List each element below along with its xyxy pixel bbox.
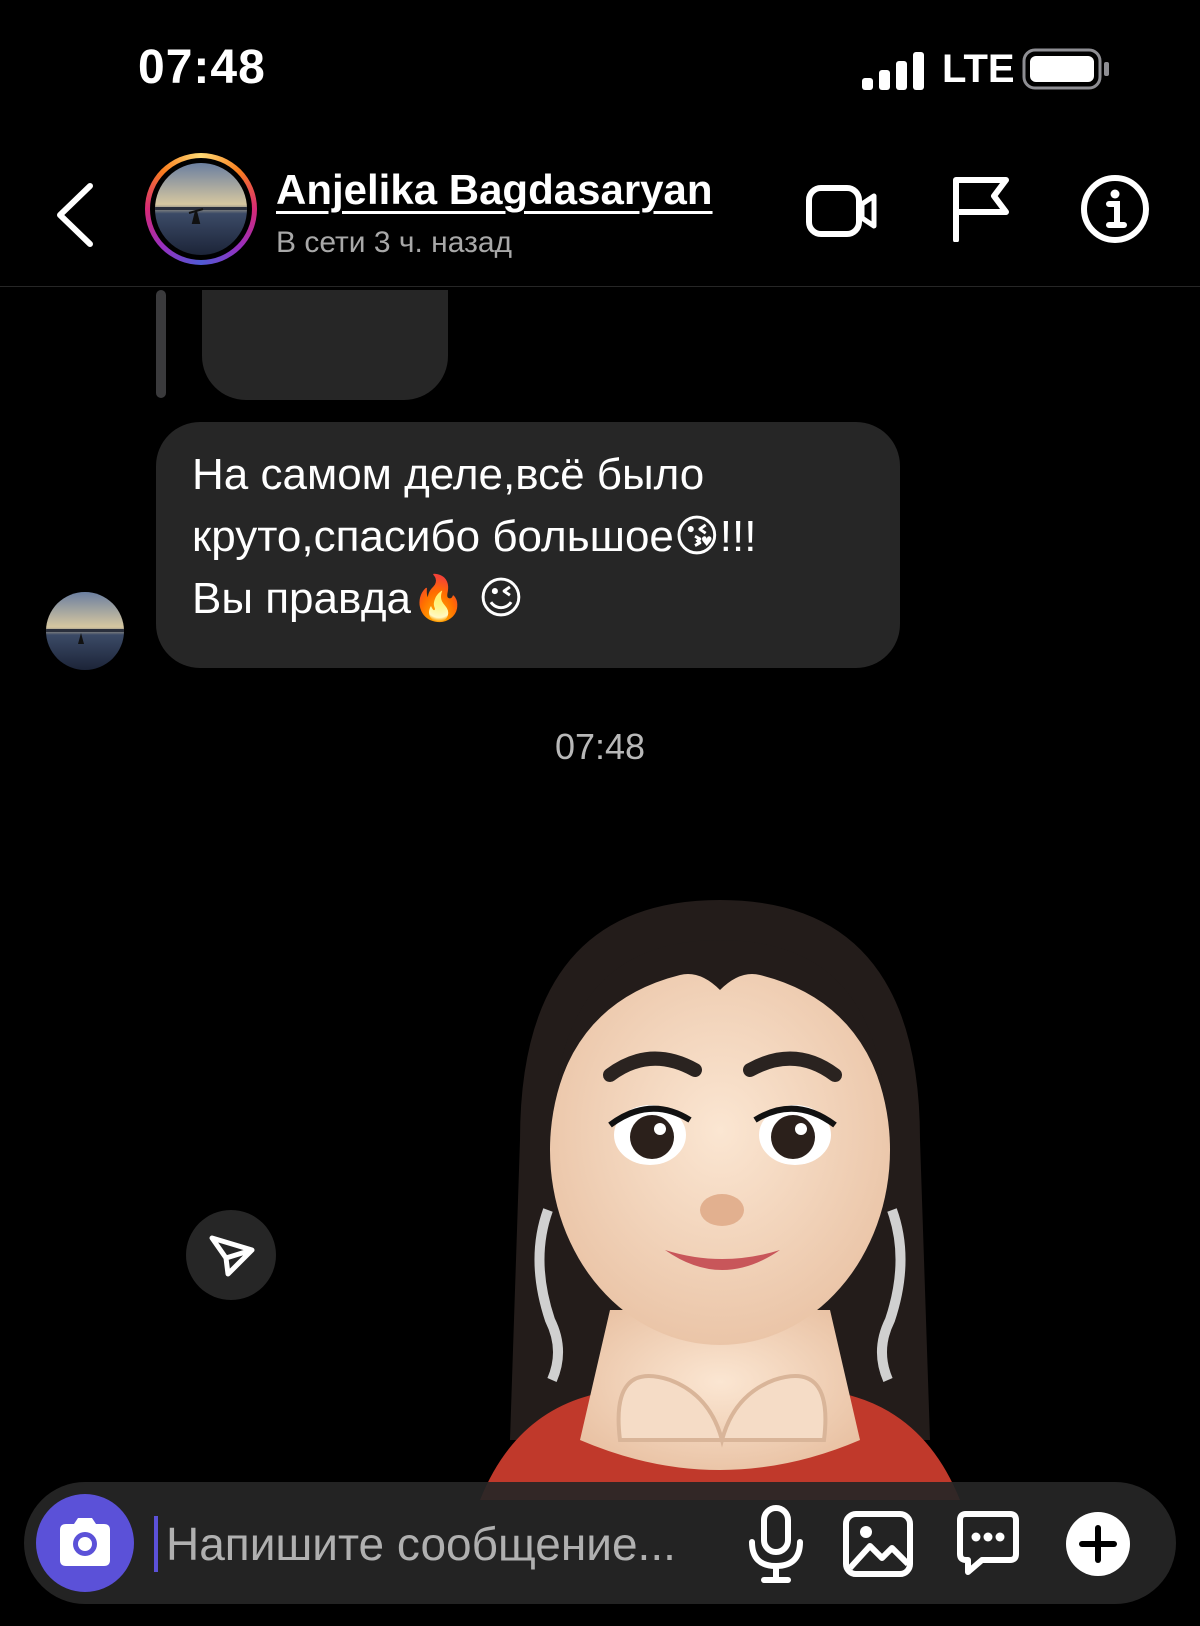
battery-icon [1022,48,1109,90]
back-chevron-icon[interactable] [52,180,100,250]
flag-icon[interactable] [950,176,1012,242]
share-button[interactable] [186,1210,276,1300]
message-composer [24,1482,1176,1604]
video-call-icon[interactable] [806,180,878,242]
contact-status: В сети 3 ч. назад [276,226,513,259]
camera-button[interactable] [36,1494,134,1592]
replied-message-bubble[interactable] [202,290,448,400]
send-paper-plane-icon [209,1235,255,1277]
text-cursor [154,1516,158,1572]
contact-avatar[interactable] [145,153,257,265]
network-label: LTE [942,47,1015,91]
sticker-icon[interactable] [952,1510,1024,1578]
status-time: 07:48 [138,41,266,94]
message-sender-avatar[interactable] [46,592,124,670]
gallery-icon[interactable] [842,1510,914,1578]
reply-indicator-line [156,290,166,398]
message-input[interactable] [160,1504,766,1584]
message-text: На самом деле,всё было круто,спасибо бол… [192,450,757,623]
camera-icon [60,1518,110,1566]
avatar-photo [155,163,247,255]
microphone-icon[interactable] [744,1504,808,1584]
memoji-sticker[interactable] [460,880,980,1500]
avatar-photo [46,592,124,670]
contact-name[interactable]: Anjelika Bagdasaryan [276,166,713,214]
plus-icon[interactable] [1064,1510,1132,1578]
info-icon[interactable] [1080,174,1150,244]
chat-header: Anjelika Bagdasaryan В сети 3 ч. назад [0,140,1200,287]
incoming-message-bubble[interactable]: На самом деле,всё было круто,спасибо бол… [156,422,900,668]
message-timestamp: 07:48 [554,726,646,767]
signal-icon [862,52,924,90]
